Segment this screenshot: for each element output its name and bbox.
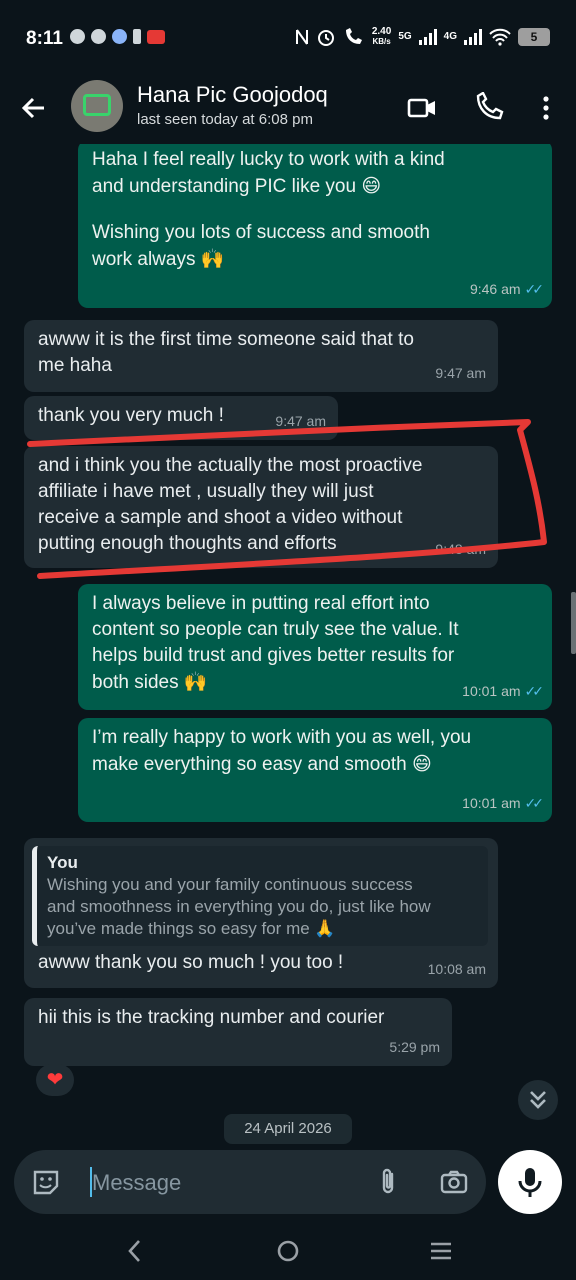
message-bubble-outgoing[interactable]: I always believe in putting real effort … [78,584,552,710]
message-text: content so people can truly see the valu… [92,619,459,640]
voice-record-button[interactable] [498,1150,562,1214]
usb-icon [133,29,141,44]
video-call-icon[interactable] [406,92,438,124]
status-time: 8:11 [26,28,63,49]
nav-home-icon[interactable] [273,1236,303,1266]
message-bubble-outgoing[interactable]: I’m really happy to work with you as wel… [78,718,552,822]
signal-2-icon [464,29,482,45]
read-ticks-icon: ✓✓ [524,683,545,699]
message-bubble-incoming[interactable]: You Wishing you and your family continuo… [24,838,498,988]
signal-icon [418,29,437,45]
message-text: hii this is the tracking number and cour… [38,1007,385,1028]
last-seen: last seen today at 6:08 pm [137,111,313,128]
double-chevron-down-icon [530,1091,546,1109]
app-icon [91,29,106,44]
avatar[interactable] [71,80,123,132]
read-ticks-icon: ✓✓ [524,281,545,297]
avatar-logo-icon [83,94,111,116]
network-speed: 2.40 KB/s [371,26,392,47]
message-meta: 9:48 am [435,541,486,557]
message-text: receive a sample and shoot a video witho… [38,507,403,528]
net-4g-label: 4G [443,31,457,42]
message-text: I’m really happy to work with you as wel… [92,727,472,748]
message-text: work always 🙌 [92,248,225,270]
composer: Message [0,1150,576,1222]
more-options-icon[interactable] [530,92,562,124]
alarm-icon [317,30,334,46]
message-text: make everything so easy and smooth 😄 [92,753,432,775]
telegram-icon [112,29,127,44]
attach-paperclip-icon[interactable] [372,1166,404,1198]
message-text: me haha [38,355,112,376]
scrollbar[interactable] [571,592,576,654]
scroll-to-bottom-button[interactable] [518,1080,558,1120]
notification-heart-icon [147,30,165,44]
quoted-reply[interactable]: You Wishing you and your family continuo… [32,846,488,946]
message-meta: 9:47 am [435,365,486,381]
message-meta: 9:47 am [275,413,326,429]
call-volte-icon [345,28,362,44]
system-nav-bar [0,1222,576,1280]
heart-reaction-icon[interactable]: ❤ [36,1064,74,1096]
quoted-text: and smoothness in everything you do, jus… [47,897,431,916]
message-meta: 5:29 pm [389,1039,440,1055]
read-ticks-icon: ✓✓ [524,795,545,811]
message-text: awww thank you so much ! you too ! [38,952,344,973]
message-text: Wishing you lots of success and smooth [92,222,430,243]
message-bubble-incoming[interactable]: thank you very much ! 9:47 am [24,396,338,440]
message-meta: 10:08 am [427,961,486,977]
message-text: and understanding PIC like you 😄 [92,175,382,197]
message-text: I always believe in putting real effort … [92,593,430,614]
nav-menu-icon[interactable] [426,1236,456,1266]
message-text: helps build trust and gives better resul… [92,645,455,666]
contact-name[interactable]: Hana Pic Goojodoq [137,82,328,108]
nav-back-icon[interactable] [120,1236,150,1266]
message-input[interactable]: Message [14,1150,486,1214]
message-text: awww it is the first time someone said t… [38,329,414,350]
message-placeholder: Message [92,1170,182,1195]
message-meta: 9:46 am ✓✓ [470,276,545,302]
chat-header: Hana Pic Goojodoq last seen today at 6:0… [0,80,576,144]
message-meta: 10:01 am ✓✓ [462,678,545,704]
net-5g-label: 5G [398,31,412,42]
message-text: Haha I feel really lucky to work with a … [92,149,445,170]
sticker-emoji-icon[interactable] [30,1166,62,1198]
message-text: putting enough thoughts and efforts [38,533,337,554]
quoted-text: you’ve made things so easy for me 🙏 [47,919,336,939]
camera-icon[interactable] [438,1166,470,1198]
status-right: 2.40 KB/s 5G 4G 5 [295,27,550,47]
back-arrow-icon[interactable] [18,92,50,124]
message-text: affiliate i have met , usually they will… [38,481,374,502]
quoted-author: You [47,853,78,872]
message-bubble-outgoing[interactable]: Haha I feel really lucky to work with a … [78,144,552,308]
message-bubble-incoming[interactable]: hii this is the tracking number and cour… [24,998,452,1066]
notification-icons [70,29,165,44]
quoted-text: Wishing you and your family continuous s… [47,875,413,894]
message-bubble-incoming[interactable]: awww it is the first time someone said t… [24,320,498,392]
microphone-icon [518,1168,542,1197]
status-bar: 8:11 2.40 KB/s 5G 4G 5 [0,0,576,80]
voice-call-icon[interactable] [472,92,504,124]
message-meta: 10:01 am ✓✓ [462,790,545,816]
date-separator: 24 April 2026 [224,1114,352,1144]
message-list[interactable]: Haha I feel really lucky to work with a … [0,144,576,1150]
nfc-icon [295,29,308,45]
message-bubble-incoming[interactable]: and i think you the actually the most pr… [24,446,498,568]
messenger-icon [70,29,85,44]
message-text: and i think you the actually the most pr… [38,455,423,476]
battery-icon: 5 [518,28,550,46]
wifi-icon [489,28,511,46]
